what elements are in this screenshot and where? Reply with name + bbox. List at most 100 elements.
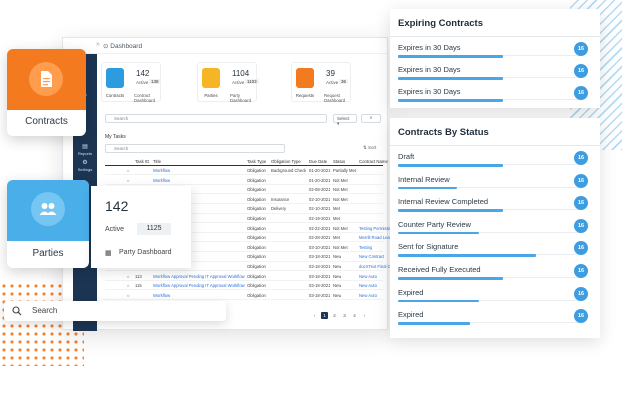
search-placeholder: Search xyxy=(32,306,58,315)
table-cell[interactable]: Testing xyxy=(359,245,372,250)
table-cell[interactable]: Workflow xyxy=(153,178,170,183)
list-item-label: Counter Party Review xyxy=(398,219,471,229)
table-cell: Obligation xyxy=(247,225,266,231)
page-button[interactable]: 1 xyxy=(321,312,328,319)
table-cell[interactable]: Workflow xyxy=(153,293,170,298)
column-header[interactable]: Status xyxy=(333,159,345,164)
list-item[interactable]: Counter Party Review 16 xyxy=(390,216,600,238)
sidebar-item-reports[interactable]: ▤ Reports xyxy=(73,144,97,156)
table-cell: Obligation xyxy=(247,264,266,269)
table-cell: 02-19-2021 xyxy=(309,216,331,221)
next-page-button[interactable]: › xyxy=(361,312,368,319)
report-icon: ▤ xyxy=(82,144,88,150)
party-detail-card[interactable]: 142 Active 1125 ▦ Party Dashboard xyxy=(91,186,191,268)
stat-active-label: Active xyxy=(326,80,339,85)
list-item[interactable]: Expires in 30 Days 16 xyxy=(390,39,600,61)
progress-bar xyxy=(398,77,503,80)
list-item[interactable]: Expires in 30 Days 16 xyxy=(390,83,600,105)
column-header[interactable]: Task ID xyxy=(135,159,149,164)
page-button[interactable]: 2 xyxy=(331,312,338,319)
sort-button[interactable]: ⇅ Sort xyxy=(363,145,376,151)
progress-bar xyxy=(398,164,503,167)
table-row[interactable]: ○ 115 Workflow Approval Pending IT Approva… xyxy=(105,282,383,291)
table-cell[interactable]: Testing Permission xyxy=(359,226,394,231)
stat-dashboard-link[interactable]: Contract Dashboard xyxy=(134,93,160,103)
stat-card-parties[interactable]: 1104 Active 1103 Parties Party Dashboard xyxy=(197,62,259,103)
table-cell: 03-18-2021 xyxy=(309,292,331,298)
progress-bar xyxy=(398,254,536,257)
panel-title: Contracts By Status xyxy=(398,127,489,138)
tasks-table-header: Task ID Title Task Type Obligation Type … xyxy=(105,158,388,166)
table-cell[interactable]: Workflow Approval Pending IT Approval Wo… xyxy=(153,274,245,279)
table-cell: 02-10-2021 xyxy=(309,196,331,202)
sort-label: Sort xyxy=(368,145,377,150)
table-row[interactable]: ○ Workflow Obligation 01-20-2021 Not Met xyxy=(105,177,383,185)
expiring-contracts-panel: Expiring Contracts Expires in 30 Days 16 E… xyxy=(390,9,600,108)
stat-card-requests[interactable]: 39 Active 36 Requests Request Dashboard xyxy=(291,62,351,103)
row-checkbox[interactable]: ○ xyxy=(127,274,130,279)
table-cell: Obligation xyxy=(247,235,266,241)
table-cell: Met xyxy=(333,206,340,212)
list-item[interactable]: Internal Review Completed 16 xyxy=(390,193,600,215)
search-button[interactable]: ⌕ xyxy=(361,114,381,123)
list-item-label: Expires in 30 Days xyxy=(398,65,461,74)
row-checkbox[interactable]: ○ xyxy=(127,293,130,298)
party-dashboard-link[interactable]: Party Dashboard xyxy=(119,249,172,256)
table-cell[interactable]: Workflow xyxy=(153,168,170,173)
table-cell[interactable]: Merrill Road Lease xyxy=(359,235,394,240)
list-item[interactable]: Draft 16 xyxy=(390,148,600,170)
dashboard-link-icon: ▦ xyxy=(105,250,112,257)
column-header[interactable]: Due Date xyxy=(309,159,327,164)
row-checkbox[interactable]: ○ xyxy=(127,168,130,173)
dashboard-search-input[interactable]: Search xyxy=(105,114,327,123)
table-row[interactable]: ○ Workflow Obligation Background Check 01-20… xyxy=(105,167,383,176)
column-header[interactable]: Task Type xyxy=(247,159,266,164)
page-button[interactable]: 4 xyxy=(351,312,358,319)
progress-bar xyxy=(398,322,470,325)
expand-icon[interactable]: » xyxy=(96,41,100,48)
contracts-card[interactable]: Contracts xyxy=(7,49,86,136)
sidebar-item-settings[interactable]: ⚙ Settings xyxy=(73,160,97,172)
table-cell: Not Met xyxy=(333,187,348,193)
table-cell: Background Check xyxy=(271,168,307,173)
list-item[interactable]: Sent for Signature 16 xyxy=(390,238,600,260)
table-cell: New xyxy=(333,292,342,298)
list-item[interactable]: Expired 16 xyxy=(390,306,600,328)
progress-bar xyxy=(398,55,503,58)
stat-dashboard-link[interactable]: Party Dashboard xyxy=(230,93,256,103)
table-cell[interactable]: New Contract xyxy=(359,254,384,259)
table-cell[interactable]: New Auto xyxy=(359,283,377,288)
column-header[interactable]: Contract Name xyxy=(359,159,388,164)
table-cell[interactable]: Workflow Approval Pending IT Approval Wo… xyxy=(153,283,245,288)
row-checkbox[interactable]: ○ xyxy=(127,178,130,183)
count-badge: 16 xyxy=(574,264,588,278)
count-badge: 16 xyxy=(574,218,588,233)
document-icon xyxy=(41,71,52,87)
stat-card-contracts[interactable]: 142 Active 138 Contracts Contract Dashbo… xyxy=(101,62,161,103)
dashboard-select[interactable]: Select ▾ xyxy=(333,114,357,126)
stat-active-count: 36 xyxy=(339,79,349,84)
list-item[interactable]: Expires in 30 Days 16 xyxy=(390,61,600,83)
table-row[interactable]: ○ Workflow Obligation 03-18-2021 New New Auto xyxy=(105,292,383,301)
table-row[interactable]: ○ 113 Workflow Approval Pending IT Approva… xyxy=(105,273,383,281)
divider xyxy=(390,145,600,146)
list-item[interactable]: Received Fully Executed 16 xyxy=(390,261,600,283)
list-item[interactable]: Internal Review 16 xyxy=(390,171,600,193)
dashboard-topbar: » ⊙ Dashboard xyxy=(63,38,387,54)
stat-dashboard-link[interactable]: Request Dashboard xyxy=(324,93,350,103)
parties-icon-circle xyxy=(31,192,65,226)
contracts-by-status-panel: Contracts By Status Draft 16 Internal Revi… xyxy=(390,118,600,338)
floating-search-input[interactable]: Search xyxy=(4,301,226,321)
prev-page-button[interactable]: ‹ xyxy=(311,312,318,319)
row-checkbox[interactable]: ○ xyxy=(127,283,130,288)
search-icon: ⌕ xyxy=(369,115,373,121)
page-button[interactable]: 3 xyxy=(341,312,348,319)
table-cell[interactable]: New Auto xyxy=(359,274,377,279)
tasks-search-input[interactable]: Search xyxy=(105,144,285,153)
progress-bar xyxy=(398,299,479,303)
list-item[interactable]: Expired 16 xyxy=(390,284,600,306)
column-header[interactable]: Obligation Type xyxy=(271,159,301,164)
parties-card[interactable]: Parties xyxy=(7,180,89,268)
table-cell[interactable]: New Auto xyxy=(359,293,377,298)
column-header[interactable]: Title xyxy=(153,159,161,164)
